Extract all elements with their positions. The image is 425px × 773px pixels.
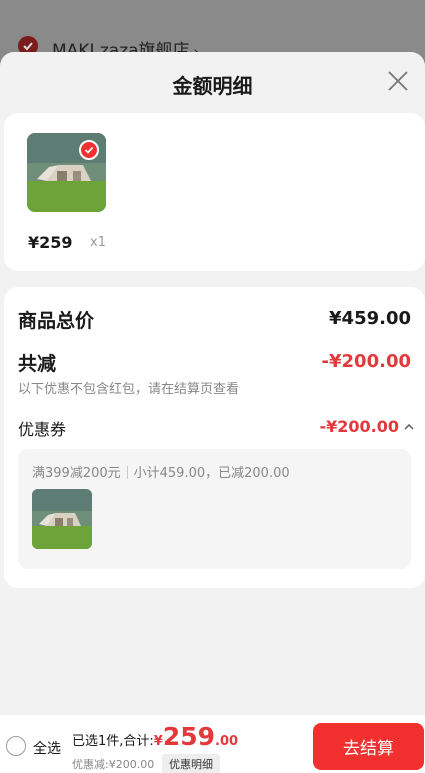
sheet-title: 金额明细 — [172, 74, 253, 98]
select-all-label[interactable]: 全选 — [33, 738, 61, 758]
currency-symbol: ¥ — [153, 734, 163, 749]
item-selected-check-icon[interactable] — [79, 140, 99, 160]
coupon-rule: 满399减200元 — [32, 466, 121, 481]
background-shop-row: MAKI zaza旗舰店› — [0, 0, 425, 61]
coupon-value: -¥200.00 — [319, 417, 399, 436]
checkout-bar: 全选 已选1件,合计: ¥ 259 .00 优惠减:¥200.00 优惠明细 去… — [0, 715, 425, 773]
coupon-description: 满399减200元 小计459.00，已减200.00 — [32, 462, 290, 481]
close-icon — [388, 71, 408, 91]
total-reduction-value: -¥200.00 — [321, 351, 411, 372]
order-summary: 已选1件,合计: ¥ 259 .00 — [72, 722, 238, 751]
price-detail-card: 商品总价 ¥459.00 共减 -¥200.00 以下优惠不包含红包，请在结算页… — [4, 287, 425, 588]
coupon-subtotal: 小计459.00，已减200.00 — [133, 466, 290, 481]
total-price-label: 商品总价 — [18, 310, 95, 332]
item-quantity: x1 — [90, 235, 106, 250]
reduction-note: 以下优惠不包含红包，请在结算页查看 — [18, 382, 240, 397]
checkout-button[interactable]: 去结算 — [313, 723, 424, 770]
coupon-label: 优惠券 — [18, 420, 67, 439]
total-amount-integer: 259 — [162, 722, 216, 751]
total-amount-decimal: .00 — [215, 734, 239, 749]
item-price: ¥259 — [28, 233, 73, 252]
discount-detail-button[interactable]: 优惠明细 — [162, 754, 220, 773]
close-button[interactable] — [383, 66, 413, 96]
divider — [126, 466, 128, 479]
coupon-detail-box: 满399减200元 小计459.00，已减200.00 — [18, 449, 411, 569]
discount-text: 优惠减:¥200.00 — [72, 758, 155, 771]
chevron-up-icon — [404, 423, 414, 429]
select-all-radio[interactable] — [6, 736, 26, 756]
items-card: ¥259 x1 — [4, 113, 425, 271]
total-price-value: ¥459.00 — [329, 308, 411, 329]
amount-detail-sheet: 金额明细 ¥259 x1 商品总价 ¥459.00 共减 -¥200.00 以下… — [0, 52, 425, 773]
coupon-product-thumbnail[interactable] — [32, 489, 92, 549]
coupon-value-toggle[interactable]: -¥200.00 — [319, 417, 415, 436]
summary-prefix: 已选1件,合计: — [72, 734, 154, 749]
total-reduction-label: 共减 — [18, 353, 57, 375]
